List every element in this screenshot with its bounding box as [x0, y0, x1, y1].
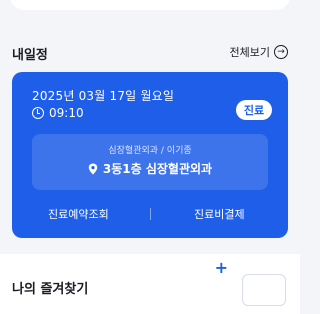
appointment-card[interactable]: 2025년 03월 17일 월요일 09:10 진료 심장혈관외과 / 이기종 …: [12, 72, 288, 238]
favorite-tile[interactable]: [242, 274, 286, 306]
action-divider: [150, 208, 151, 220]
location-text: 3동1층 심장혈관외과: [102, 162, 213, 176]
appointment-time-row: 09:10: [32, 106, 84, 120]
appointment-date: 2025년 03월 17일 월요일: [32, 89, 175, 103]
top-card: 0281484: [10, 0, 290, 10]
schedule-section-title: 내일정: [12, 48, 48, 63]
card-actions: 진료예약조회 진료비결제: [12, 200, 288, 228]
favorites-title: 나의 즐겨찾기: [12, 282, 89, 297]
department-doctor: 심장혈관외과 / 이기종: [108, 146, 192, 156]
reservation-inquiry-button[interactable]: 진료예약조회: [48, 206, 109, 222]
see-all-button[interactable]: 전체보기 →: [230, 44, 288, 60]
appointment-time: 09:10: [49, 106, 84, 120]
department-box: 심장혈관외과 / 이기종 3동1층 심장혈관외과: [32, 134, 268, 190]
payment-button[interactable]: 진료비결제: [194, 206, 245, 222]
arrow-right-circle-icon: →: [274, 45, 288, 59]
see-all-label: 전체보기: [229, 46, 270, 59]
location-row: 3동1층 심장혈관외과: [32, 160, 268, 177]
clock-icon: [32, 107, 44, 119]
location-pin-icon: [88, 163, 98, 174]
add-favorite-icon[interactable]: +: [215, 258, 228, 277]
status-badge: 진료: [236, 100, 272, 120]
